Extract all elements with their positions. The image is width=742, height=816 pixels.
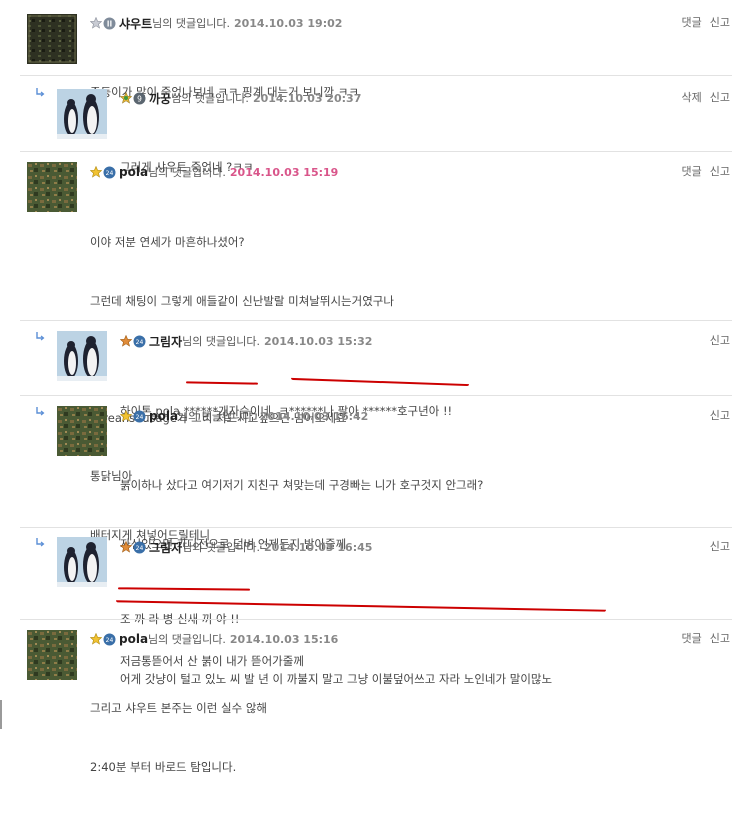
divider [20, 619, 732, 620]
rank-star-icon [120, 541, 132, 553]
level-badge-icon: 24 [133, 410, 146, 422]
reply-arrow-icon [36, 538, 45, 547]
author-name[interactable]: 그림자 [149, 539, 182, 556]
comment-date: 2014.10.03 15:19 [229, 165, 339, 179]
reply-arrow-icon [36, 407, 45, 416]
level-badge-icon: 24 [103, 633, 116, 645]
rank-star-icon [90, 17, 102, 29]
reply-link[interactable]: 댓글 [682, 163, 702, 179]
reply-arrow-icon [36, 88, 45, 97]
comment-line: 그런데 채팅이 그렇게 애들같이 신난발랄 미쳐날뛰시는거였구나 [90, 293, 394, 308]
avatar[interactable] [57, 89, 107, 139]
comment-line: 붉이하나 샀다고 여기저기 지친구 쳐맞는데 구경빠는 니가 호구것지 안그래? [120, 478, 484, 492]
reply-link[interactable]: 댓글 [682, 630, 702, 646]
avatar[interactable] [27, 630, 77, 680]
svg-text:9: 9 [137, 94, 142, 103]
level-badge-icon: 24 [133, 335, 146, 347]
avatar[interactable] [27, 162, 77, 212]
rank-star-icon [90, 166, 102, 178]
author-suffix: 님의 댓글입니다. [171, 92, 249, 105]
author-suffix: 님의 댓글입니다. [148, 633, 226, 646]
rank-star-icon [120, 92, 132, 104]
author-name[interactable]: 그림자 [149, 333, 182, 350]
divider [20, 75, 732, 76]
reply-link[interactable]: 댓글 [682, 14, 702, 30]
level-badge-icon: 24 [103, 166, 116, 178]
author-suffix: 님의 댓글입니다. [152, 17, 230, 30]
comment-date: 2014.10.03 15:32 [263, 334, 373, 348]
comment-line: 2:40분 부터 바로드 탐입니다. [90, 759, 237, 774]
author-name[interactable]: 샤우트 [119, 15, 152, 32]
avatar[interactable] [57, 406, 107, 456]
author-suffix: 님의 댓글입니다. [178, 410, 256, 423]
report-link[interactable]: 신고 [710, 163, 730, 179]
divider [20, 320, 732, 321]
report-link[interactable]: 신고 [710, 332, 730, 348]
rank-star-icon [120, 335, 132, 347]
divider [20, 151, 732, 152]
author-name[interactable]: pola [119, 165, 148, 179]
avatar[interactable] [57, 537, 107, 587]
scroll-edge [0, 700, 2, 729]
author-suffix: 님의 댓글입니다. [182, 335, 260, 348]
divider [20, 527, 732, 528]
author-name[interactable]: pola [119, 632, 148, 646]
rank-star-icon [120, 410, 132, 422]
svg-text:24: 24 [136, 414, 144, 421]
svg-text:24: 24 [136, 545, 144, 552]
report-link[interactable]: 신고 [710, 630, 730, 646]
level-badge-icon: 9 [133, 92, 146, 104]
report-link[interactable]: 신고 [710, 538, 730, 554]
author-name[interactable]: pola [149, 409, 178, 423]
author-name[interactable]: 까꿍 [149, 90, 171, 107]
divider [20, 395, 732, 396]
report-link[interactable]: 신고 [710, 14, 730, 30]
author-suffix: 님의 댓글입니다. [182, 541, 260, 554]
delete-link[interactable]: 삭제 [682, 89, 702, 105]
comment-date: 2014.10.03 16:42 [259, 409, 369, 423]
rank-star-icon [90, 633, 102, 645]
report-link[interactable]: 신고 [710, 89, 730, 105]
comment-date: 2014.10.03 15:16 [229, 632, 339, 646]
svg-text:24: 24 [106, 637, 114, 644]
avatar[interactable] [57, 331, 107, 381]
level-badge-icon: 24 [133, 541, 146, 553]
avatar[interactable] [27, 14, 77, 64]
svg-text:24: 24 [136, 339, 144, 346]
comment-date: 2014.10.03 20:37 [252, 91, 362, 105]
author-suffix: 님의 댓글입니다. [148, 166, 226, 179]
report-link[interactable]: 신고 [710, 407, 730, 423]
reply-arrow-icon [36, 332, 45, 341]
comment-line: 그리고 샤우트 본주는 이런 실수 않해 [90, 701, 267, 715]
comment-date: 2014.10.03 16:45 [263, 540, 373, 554]
svg-text:24: 24 [106, 170, 114, 177]
comment-date: 2014.10.03 19:02 [233, 16, 343, 30]
level-badge-icon [103, 17, 116, 29]
comment-line: 이야 저분 연세가 마흔하나셨어? [90, 235, 245, 249]
